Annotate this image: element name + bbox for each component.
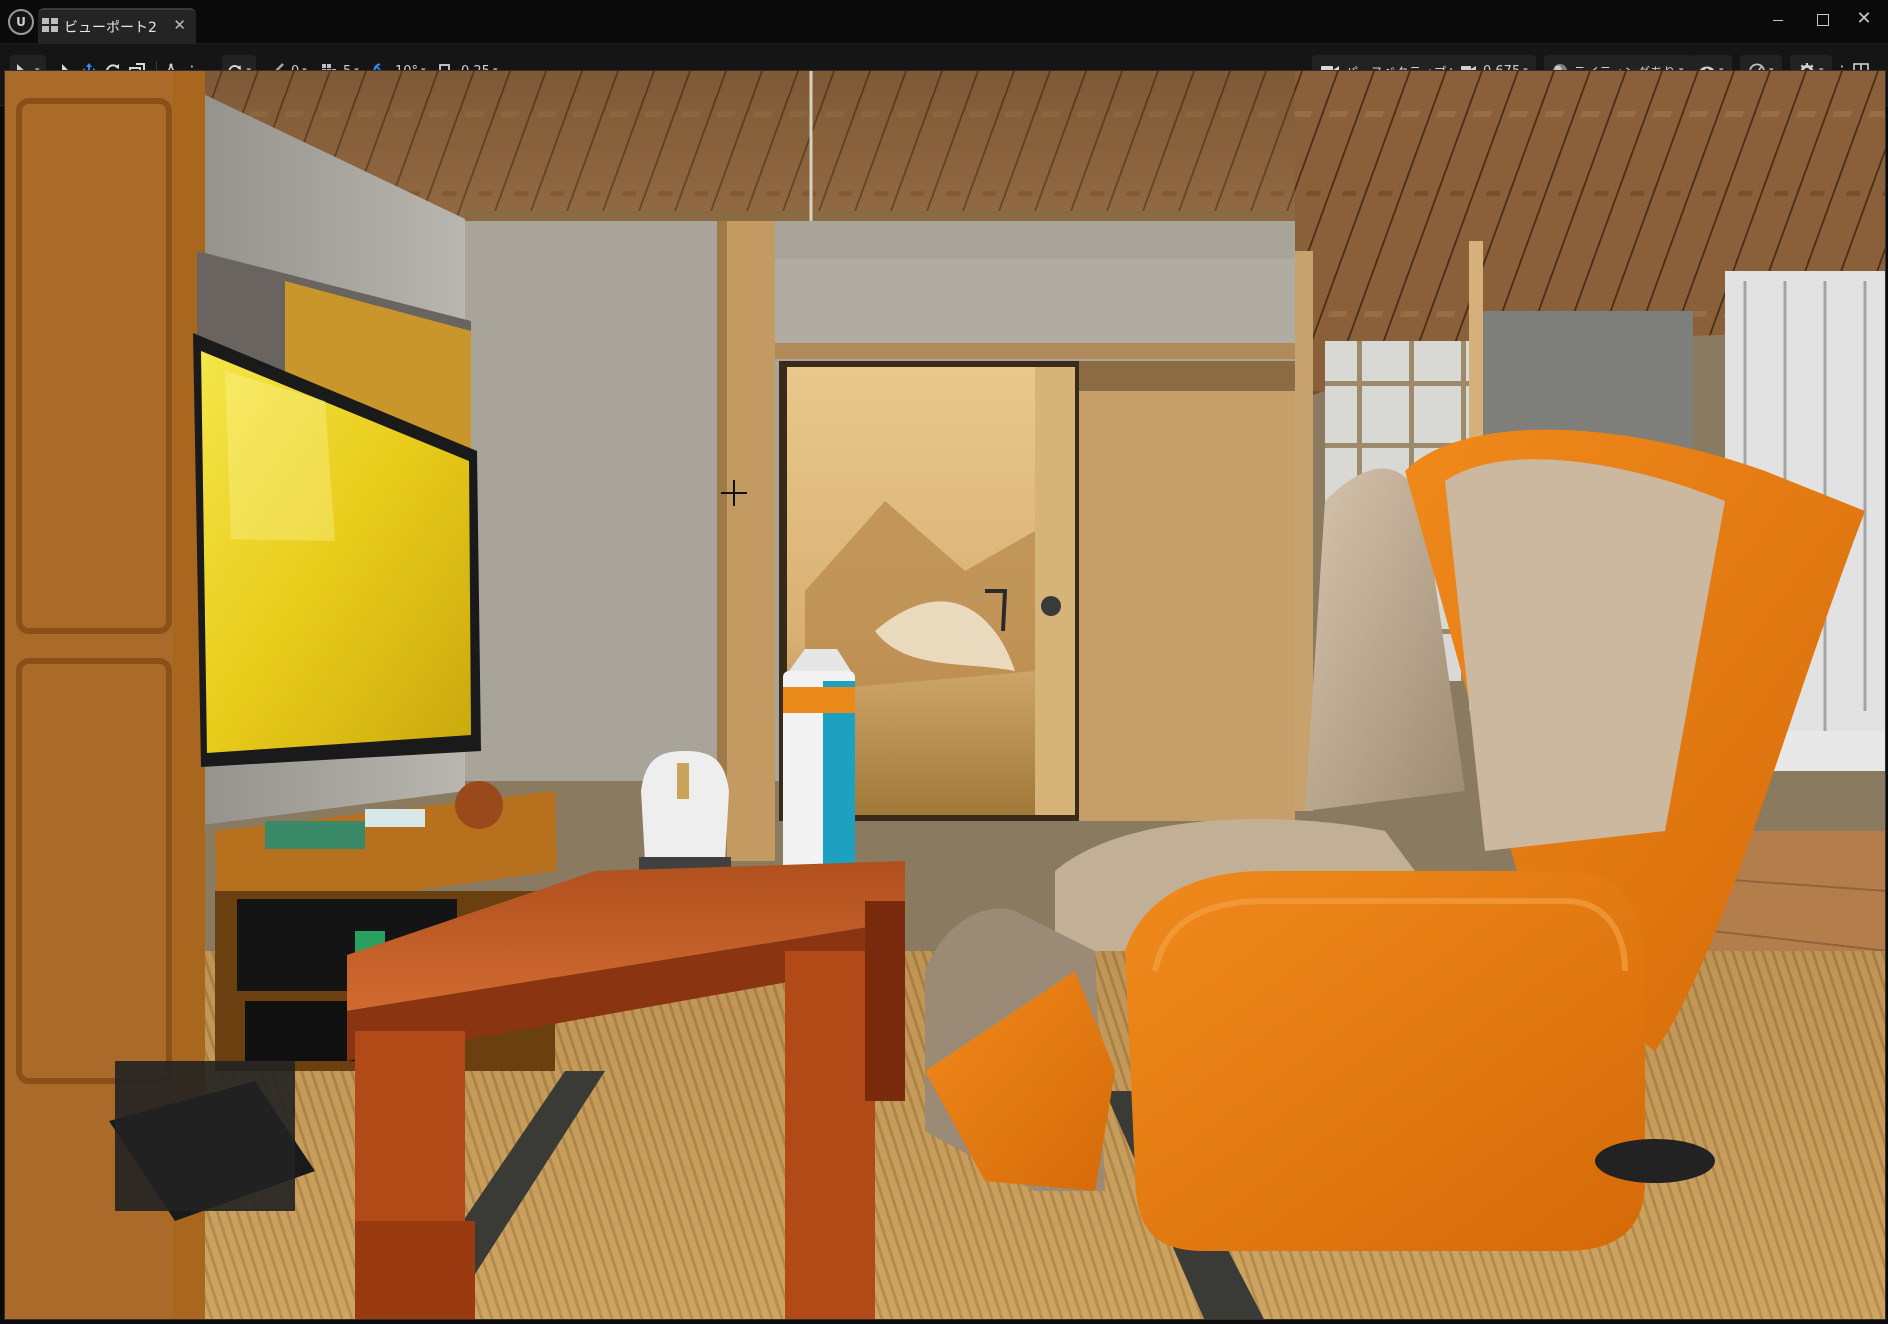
unreal-logo-icon[interactable]: U: [8, 9, 34, 35]
maximize-button[interactable]: [1800, 4, 1844, 34]
minimize-button[interactable]: [1756, 4, 1800, 34]
close-icon[interactable]: ✕: [173, 16, 186, 34]
window-close-button[interactable]: ✕: [1842, 4, 1886, 34]
title-bar: U ビューポート2 ✕ ✕: [0, 0, 1888, 44]
scene-render: [5, 71, 1885, 1319]
viewport-crosshair-vertical: [733, 480, 735, 506]
viewport-tab[interactable]: ビューポート2 ✕: [38, 8, 196, 44]
viewport-layout-icon: [42, 18, 60, 34]
tab-title: ビューポート2: [64, 20, 157, 36]
level-viewport[interactable]: [4, 70, 1886, 1320]
